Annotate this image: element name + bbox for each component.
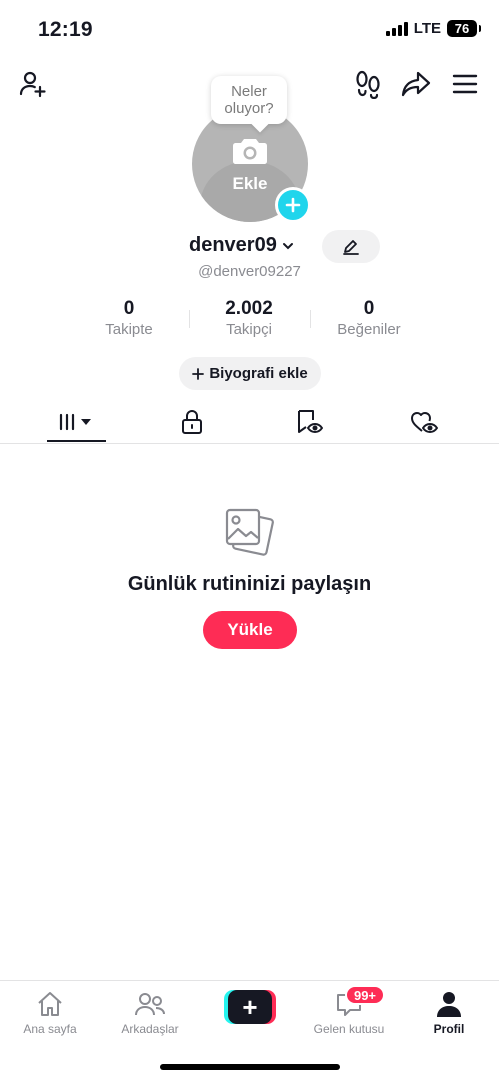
empty-state-title: Günlük rutininizi paylaşın [127,573,372,595]
home-icon [38,992,62,1016]
network-type: LTE [413,20,441,37]
profile-icon [437,992,461,1017]
plus-icon: + [228,990,272,1024]
chevron-down-icon [282,242,293,249]
menu-button[interactable] [449,68,481,100]
nav-home-label: Ana sayfa [23,1022,77,1036]
nav-friends[interactable]: Arkadaşlar [100,987,200,1036]
camera-icon [233,139,267,164]
nav-home[interactable]: Ana sayfa [0,987,100,1036]
stat-divider [189,310,190,328]
likes-count: 0 [363,298,375,319]
profile-views-button[interactable] [352,68,384,100]
user-handle: @denver09227 [198,263,301,280]
footprints-icon [356,70,380,99]
photos-icon [225,508,274,556]
active-tab-indicator [47,440,106,442]
share-profile-button[interactable] [400,68,432,100]
edit-profile-button[interactable] [322,230,380,263]
nav-profile[interactable]: Profil [399,987,499,1036]
status-bar: 12:19 LTE 76 [0,0,499,60]
tab-liked[interactable] [361,400,486,443]
add-photo-button[interactable] [275,187,311,223]
add-friend-icon [19,71,46,98]
status-indicators: LTE 76 [385,20,481,37]
bookmark-icon [297,409,323,433]
stat-divider [310,310,311,328]
add-friend-button[interactable] [17,68,49,100]
following-count: 0 [123,298,135,319]
add-bio-label: Biyografi ekle [209,365,308,382]
following-label: Takipte [105,321,153,338]
pencil-icon [343,239,359,255]
inbox-badge: 99+ [345,985,385,1005]
tab-videos[interactable] [14,400,139,443]
bubble-line2: oluyor? [224,100,274,117]
grid-icon [59,413,91,430]
stat-likes[interactable]: 0 Beğeniler [314,298,424,338]
battery-level: 76 [454,21,470,36]
plus-icon [285,197,301,213]
signal-icon [385,21,408,36]
tab-private[interactable] [129,400,254,443]
status-time: 12:19 [38,18,93,41]
followers-count: 2.002 [225,298,273,319]
share-icon [401,71,431,97]
likes-label: Beğeniler [337,321,401,338]
tab-reposts[interactable] [246,400,371,443]
liked-icon [410,411,438,433]
lock-icon [181,409,202,434]
upload-button[interactable]: Yükle [203,611,297,649]
stat-following[interactable]: 0 Takipte [74,298,184,338]
username-switcher[interactable]: denver09 [189,234,295,257]
add-bio-button[interactable]: Biyografi ekle [179,357,321,390]
battery-icon: 76 [447,20,481,37]
nav-inbox-label: Gelen kutusu [313,1022,385,1036]
home-indicator [160,1064,340,1070]
menu-icon [452,74,478,94]
stat-followers[interactable]: 2.002 Takipçi [194,298,304,338]
plus-icon [192,367,205,380]
username: denver09 [189,234,277,256]
nav-profile-label: Profil [433,1022,465,1036]
followers-label: Takipçi [226,321,272,338]
whats-happening-bubble[interactable]: Neler oluyor? [211,76,287,124]
bubble-line1: Neler [231,83,267,100]
content-tabs [0,400,499,444]
friends-icon [135,993,165,1016]
nav-friends-label: Arkadaşlar [121,1022,179,1036]
create-button[interactable]: + [224,990,276,1024]
